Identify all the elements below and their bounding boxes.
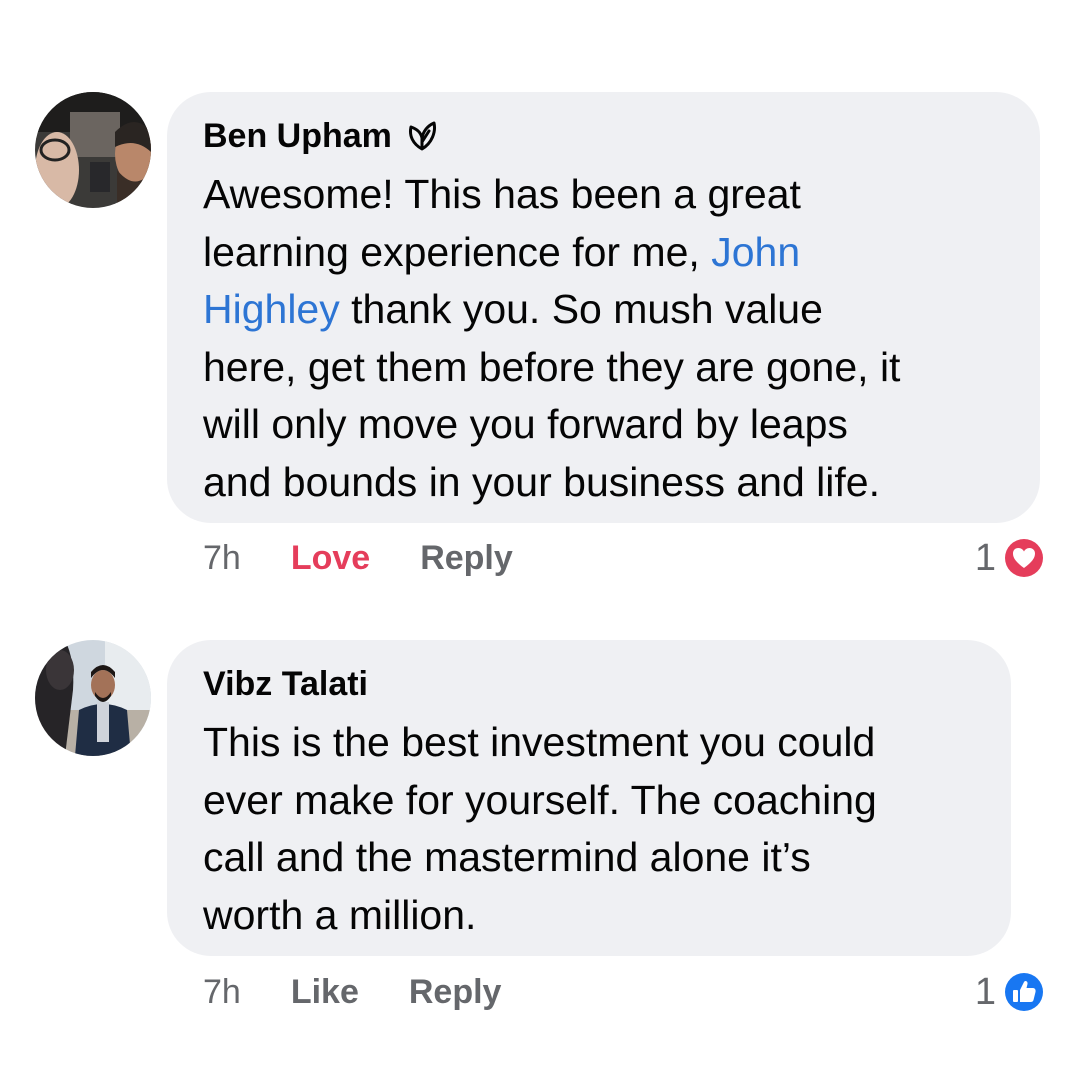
mention-link[interactable]: John: [711, 229, 800, 275]
comment-line: call and the mastermind alone it’s: [203, 834, 811, 880]
comment-author[interactable]: Vibz Talati: [203, 664, 368, 704]
reaction-count: 1: [974, 536, 996, 579]
comment-timestamp[interactable]: 7h: [203, 973, 241, 1012]
comment-line: worth a million.: [203, 891, 477, 938]
reaction-count: 1: [974, 970, 996, 1013]
top-fan-leaf-icon: [408, 121, 436, 151]
comment-timestamp[interactable]: 7h: [203, 539, 241, 578]
comment-line: This is the best investment you could: [203, 719, 876, 765]
comment-author[interactable]: Ben Upham: [203, 116, 392, 156]
comment-actions: 7h Love Reply: [203, 528, 513, 588]
comment-line: will only move you forward by leaps: [203, 401, 848, 447]
reaction-summary[interactable]: 1: [975, 536, 1046, 580]
comment-line: ever make for yourself. The coaching: [203, 776, 877, 823]
love-heart-icon: [1003, 537, 1045, 579]
mention-link[interactable]: Highley: [203, 286, 340, 332]
comment-line: Awesome! This has been a great: [203, 171, 801, 217]
avatar[interactable]: [35, 640, 151, 756]
reaction-summary[interactable]: 1: [975, 970, 1046, 1014]
reply-button[interactable]: Reply: [420, 539, 513, 578]
comment-bubble: Ben Upham Awesome! This has been a great…: [167, 92, 1040, 523]
comment-bubble: Vibz Talati This is the best investment …: [167, 640, 1011, 956]
avatar-photo-icon: [35, 92, 151, 208]
love-reaction-button[interactable]: Love: [291, 539, 370, 578]
avatar[interactable]: [35, 92, 151, 208]
comment-actions: 7h Like Reply: [203, 962, 501, 1022]
comment-line: learning experience for me, John: [203, 228, 801, 275]
comment-text: This is the best investment you could ev…: [203, 714, 975, 944]
comment-line: Highley thank you. So mush value: [203, 286, 823, 332]
comment-text: Awesome! This has been a great learning …: [203, 166, 1004, 511]
reply-button[interactable]: Reply: [409, 973, 502, 1012]
like-button[interactable]: Like: [291, 973, 359, 1012]
like-thumb-icon: [1003, 971, 1045, 1013]
comment-line: and bounds in your business and life.: [203, 458, 880, 505]
avatar-photo-icon: [35, 640, 151, 756]
comment-line: here, get them before they are gone, it: [203, 343, 901, 390]
